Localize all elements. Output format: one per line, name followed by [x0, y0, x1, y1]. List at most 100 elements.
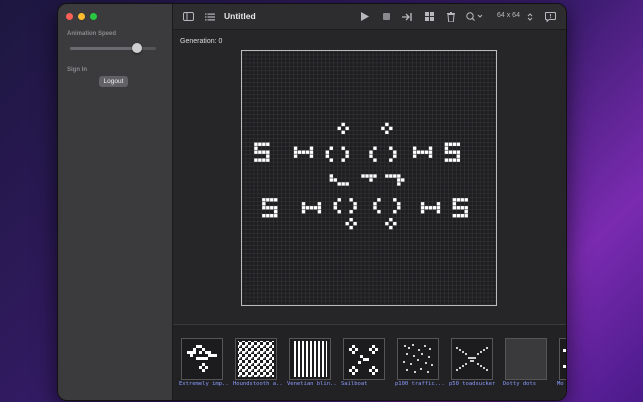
slider-knob[interactable] — [132, 43, 143, 53]
live-cell[interactable] — [464, 214, 468, 218]
live-cell[interactable] — [333, 178, 337, 182]
live-cell[interactable] — [262, 214, 266, 218]
live-cell[interactable] — [349, 225, 353, 230]
live-cell[interactable] — [274, 214, 278, 218]
live-cell[interactable] — [444, 158, 449, 162]
live-cell[interactable] — [448, 142, 453, 146]
live-cell[interactable] — [345, 150, 349, 154]
live-cell[interactable] — [452, 198, 457, 202]
live-cell[interactable] — [274, 206, 278, 210]
pattern-thumb-4[interactable] — [397, 338, 439, 380]
live-cell[interactable] — [464, 198, 468, 202]
live-cell[interactable] — [341, 158, 345, 162]
live-cell[interactable] — [456, 142, 460, 146]
live-cell[interactable] — [309, 154, 314, 158]
live-cell[interactable] — [456, 206, 460, 210]
live-cell[interactable] — [262, 142, 266, 146]
live-cell[interactable] — [373, 158, 377, 162]
live-cell[interactable] — [393, 174, 397, 178]
live-cell[interactable] — [309, 150, 314, 154]
live-cell[interactable] — [428, 150, 433, 154]
live-cell[interactable] — [452, 206, 457, 210]
live-cell[interactable] — [309, 206, 314, 210]
trash-icon[interactable] — [444, 10, 458, 23]
live-cell[interactable] — [337, 198, 341, 202]
live-cell[interactable] — [448, 158, 453, 162]
live-cell[interactable] — [262, 158, 266, 162]
live-cell[interactable] — [436, 210, 441, 214]
live-cell[interactable] — [456, 154, 460, 158]
live-cell[interactable] — [389, 158, 393, 162]
pattern-thumb-0[interactable] — [181, 338, 223, 380]
live-cell[interactable] — [464, 210, 468, 214]
live-cell[interactable] — [393, 150, 397, 154]
live-cell[interactable] — [452, 158, 457, 162]
live-cell[interactable] — [345, 182, 349, 186]
live-cell[interactable] — [341, 122, 345, 127]
grid-size-label[interactable]: 64 x 64 — [497, 12, 520, 19]
live-cell[interactable] — [452, 202, 457, 206]
live-cell[interactable] — [270, 206, 274, 210]
live-cell[interactable] — [397, 206, 401, 210]
live-cell[interactable] — [389, 174, 393, 178]
live-cell[interactable] — [361, 174, 365, 178]
live-cell[interactable] — [393, 221, 397, 226]
live-cell[interactable] — [452, 214, 457, 218]
live-cell[interactable] — [301, 210, 306, 214]
live-cell[interactable] — [428, 206, 433, 210]
live-cell[interactable] — [393, 154, 397, 158]
live-cell[interactable] — [385, 174, 389, 178]
live-cell[interactable] — [337, 126, 341, 131]
live-cell[interactable] — [412, 154, 417, 158]
pattern-thumb-3[interactable] — [343, 338, 385, 380]
live-cell[interactable] — [456, 150, 460, 154]
live-cell[interactable] — [309, 146, 314, 150]
live-cell[interactable] — [412, 146, 417, 150]
live-cell[interactable] — [329, 146, 333, 150]
list-icon[interactable] — [203, 10, 217, 23]
live-cell[interactable] — [460, 198, 464, 202]
live-cell[interactable] — [460, 206, 464, 210]
close-button[interactable] — [66, 13, 73, 20]
live-cell[interactable] — [349, 217, 353, 222]
live-cell[interactable] — [333, 206, 337, 210]
live-cell[interactable] — [325, 154, 330, 158]
live-cell[interactable] — [301, 202, 306, 206]
comment-icon[interactable] — [543, 10, 557, 23]
live-cell[interactable] — [460, 214, 464, 218]
live-cell[interactable] — [373, 174, 377, 178]
live-cell[interactable] — [377, 210, 381, 214]
live-cell[interactable] — [448, 150, 453, 154]
live-cell[interactable] — [456, 158, 460, 162]
minimize-button[interactable] — [78, 13, 85, 20]
live-cell[interactable] — [325, 150, 330, 154]
live-cell[interactable] — [397, 182, 401, 186]
live-cell[interactable] — [274, 210, 278, 214]
live-cell[interactable] — [397, 178, 401, 182]
live-cell[interactable] — [341, 130, 345, 135]
live-cell[interactable] — [377, 198, 381, 202]
live-cell[interactable] — [401, 178, 405, 182]
live-cell[interactable] — [420, 150, 425, 154]
live-cell[interactable] — [373, 206, 377, 210]
live-cell[interactable] — [337, 182, 341, 186]
live-cell[interactable] — [393, 198, 397, 202]
live-cell[interactable] — [341, 182, 345, 186]
live-cell[interactable] — [329, 178, 333, 182]
pattern-thumb-5[interactable] — [451, 338, 493, 380]
live-cell[interactable] — [397, 174, 401, 178]
live-cell[interactable] — [428, 146, 433, 150]
live-cell[interactable] — [270, 198, 274, 202]
live-cell[interactable] — [266, 154, 270, 158]
live-cell[interactable] — [305, 150, 310, 154]
pattern-thumb-2[interactable] — [289, 338, 331, 380]
grid-view-icon[interactable] — [422, 10, 436, 23]
live-cell[interactable] — [373, 146, 377, 150]
live-cell[interactable] — [258, 142, 262, 146]
live-cell[interactable] — [464, 206, 468, 210]
live-cell[interactable] — [293, 154, 298, 158]
live-cell[interactable] — [345, 154, 349, 158]
live-cell[interactable] — [385, 130, 389, 135]
live-cell[interactable] — [270, 214, 274, 218]
live-cell[interactable] — [305, 206, 310, 210]
